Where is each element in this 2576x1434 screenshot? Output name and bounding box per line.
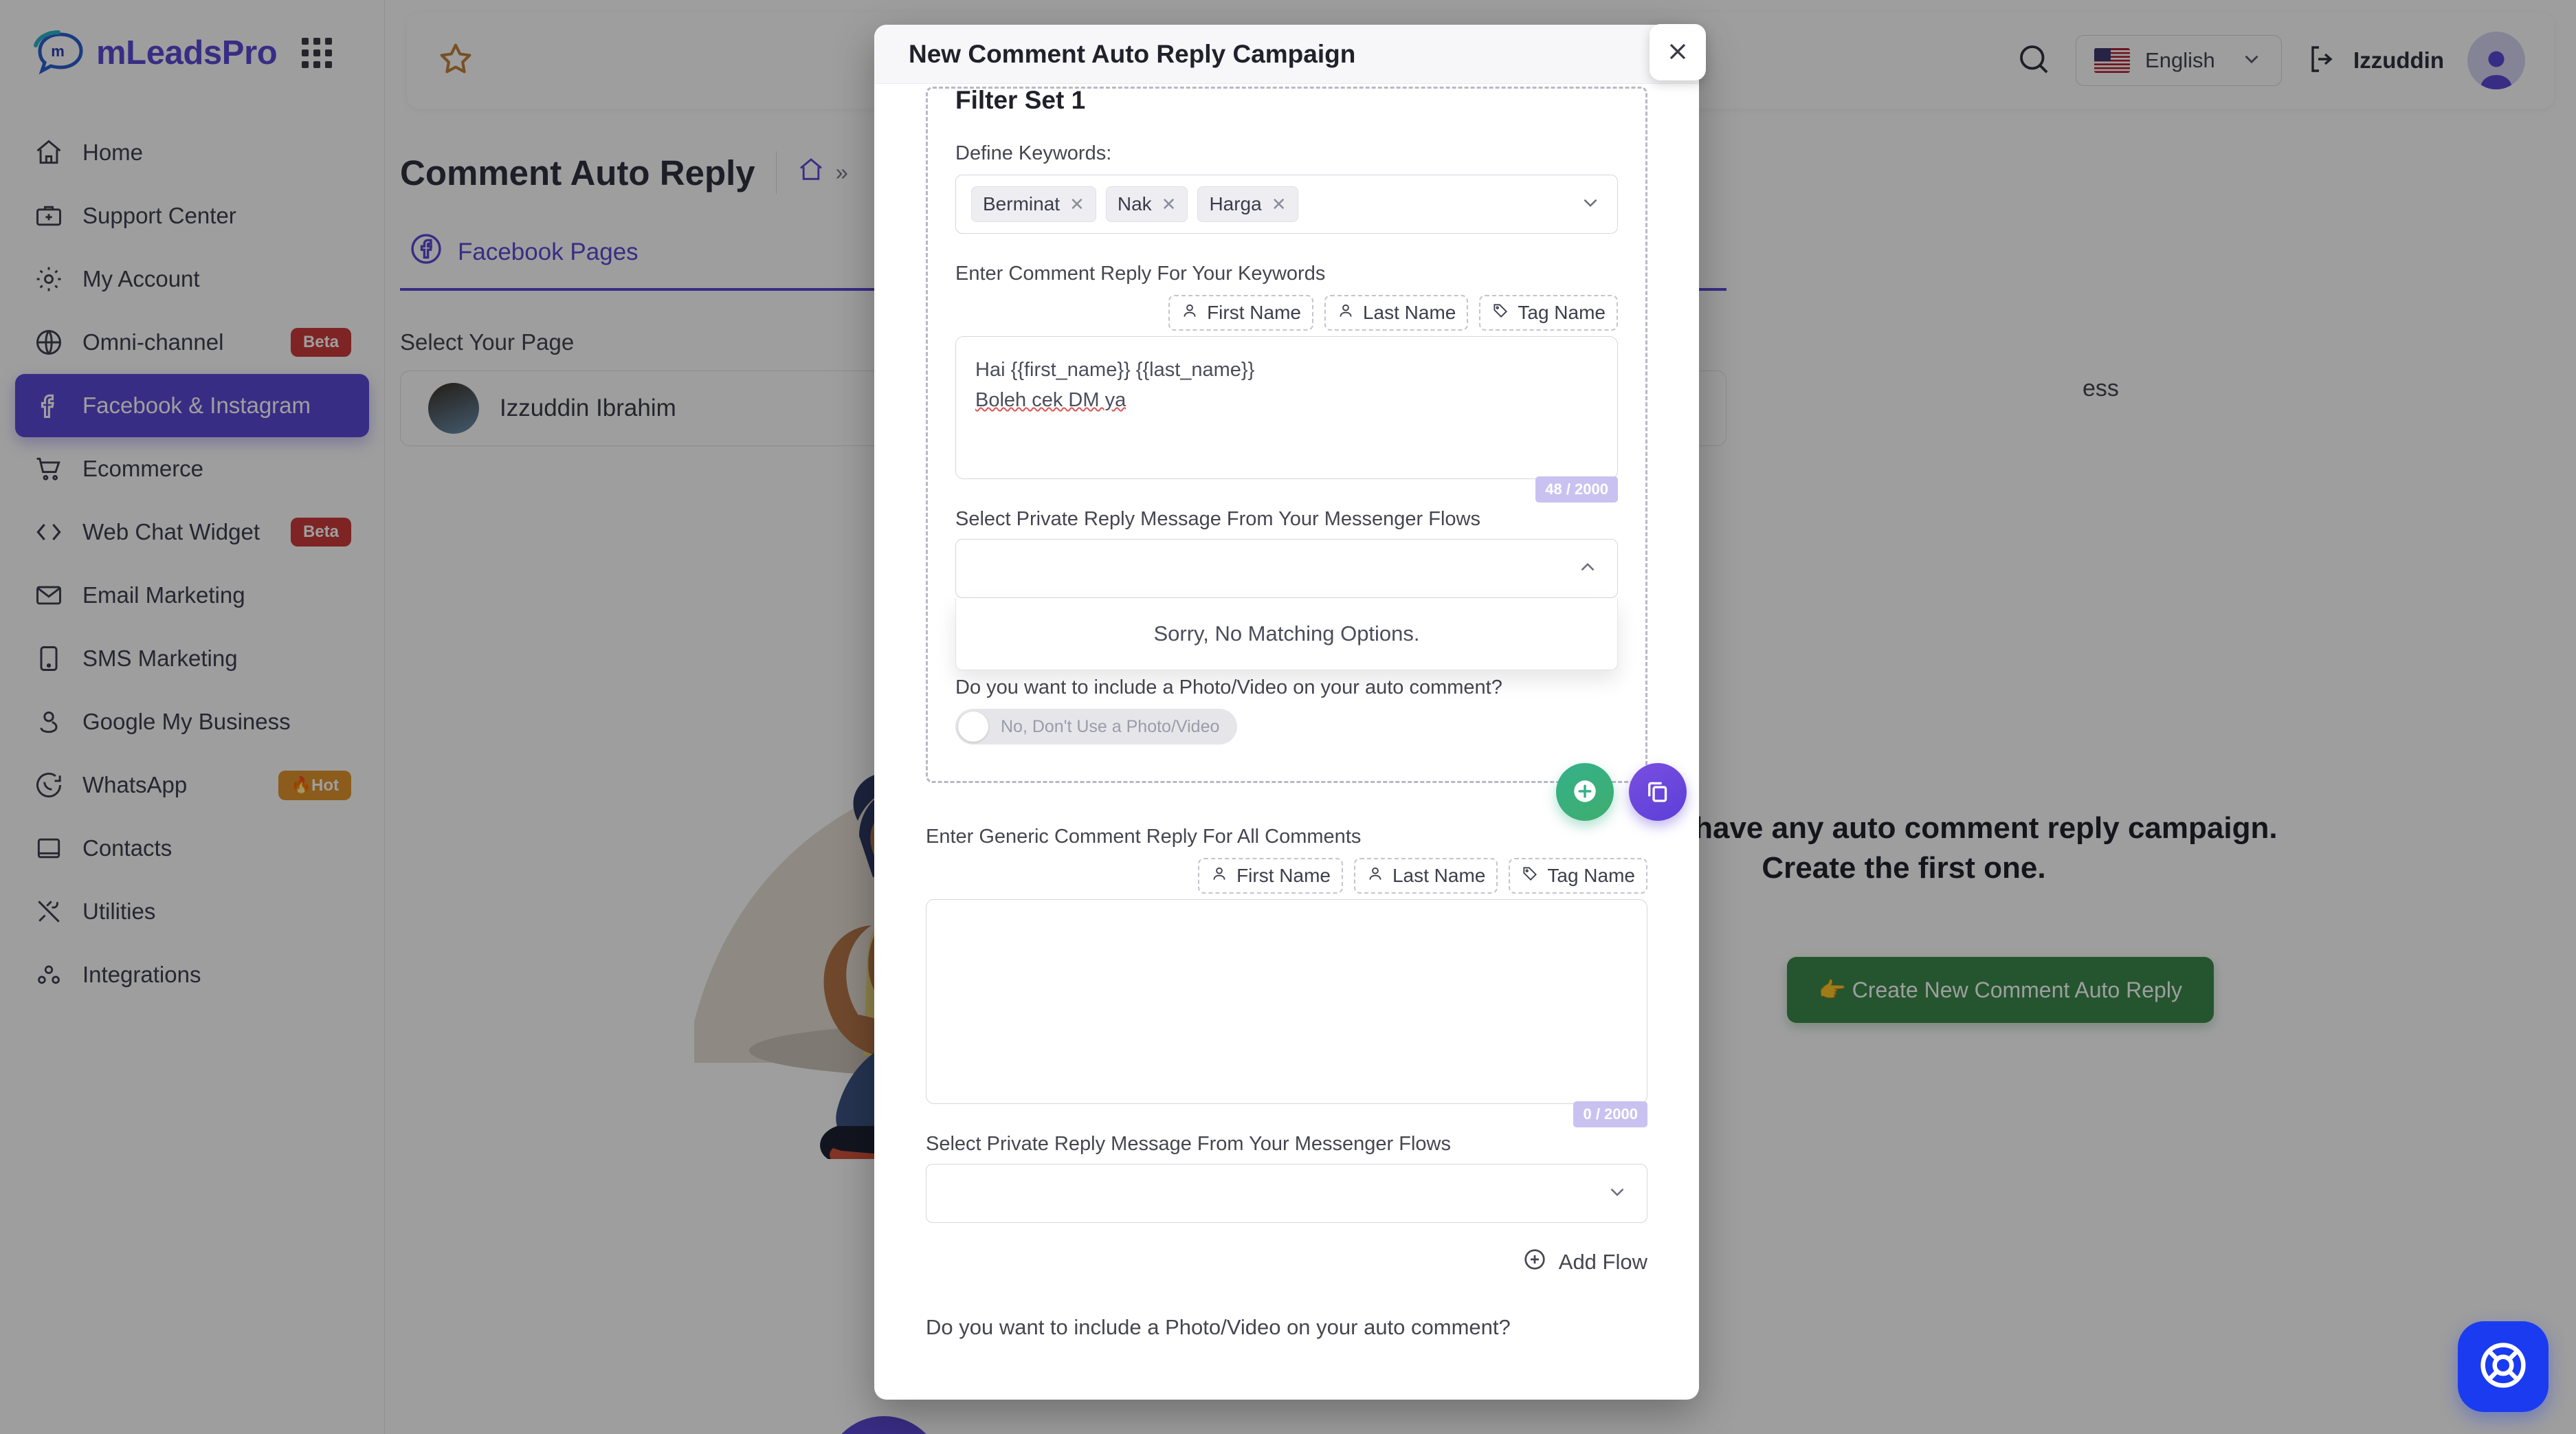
keyword-reply-label: Enter Comment Reply For Your Keywords: [955, 263, 1326, 285]
modal-body: Filter Set 1 Define Keywords: Berminat ✕…: [874, 84, 1699, 1400]
token-label: First Name: [1207, 302, 1301, 323]
chevron-down-icon[interactable]: [1579, 191, 1602, 218]
keyword-label: Berminat: [983, 193, 1061, 214]
add-filter-set-button[interactable]: [1556, 763, 1614, 821]
token-label: Last Name: [1392, 865, 1486, 886]
modal-title: New Comment Auto Reply Campaign: [909, 39, 1356, 68]
filter-set-actions: [1556, 763, 1687, 821]
plus-circle-icon: [1570, 777, 1599, 808]
define-keywords-label: Define Keywords:: [955, 142, 1112, 164]
photo-video-toggle-row: No, Don't Use a Photo/Video: [955, 709, 1618, 745]
add-flow-label: Add Flow: [1558, 1250, 1647, 1274]
chevron-down-icon[interactable]: [1606, 1180, 1629, 1207]
close-modal-button[interactable]: [1650, 24, 1706, 80]
photo-video-toggle[interactable]: No, Don't Use a Photo/Video: [955, 709, 1238, 744]
reply-line-1: Hai {{first_name}} {{last_name}}: [975, 359, 1255, 381]
generic-reply-textarea-wrap: 0 / 2000: [926, 899, 1647, 1127]
user-icon: [1181, 302, 1199, 324]
misspelled-word: Boleh cek DM ya: [975, 389, 1126, 412]
reply-line-2: Boleh cek DM ya: [975, 385, 1598, 415]
copy-icon: [1643, 777, 1672, 808]
generic-reply-label: Enter Generic Comment Reply For All Comm…: [926, 826, 1362, 848]
messenger-flow-dropdown: Sorry, No Matching Options.: [955, 598, 1618, 670]
keyword-chip[interactable]: Berminat ✕: [971, 186, 1096, 222]
remove-keyword-icon[interactable]: ✕: [1272, 194, 1287, 215]
lifebuoy-icon: [2475, 1337, 2531, 1397]
generic-reply-textarea[interactable]: [926, 899, 1647, 1104]
keyword-chip[interactable]: Harga ✕: [1197, 186, 1298, 222]
filter-set-1: Filter Set 1 Define Keywords: Berminat ✕…: [926, 86, 1687, 821]
generic-flow-label: Select Private Reply Message From Your M…: [926, 1133, 1451, 1155]
token-tag-name[interactable]: Tag Name: [1479, 295, 1618, 331]
chevron-up-icon[interactable]: [1576, 555, 1599, 582]
close-icon: [1664, 38, 1691, 67]
token-label: Tag Name: [1547, 865, 1635, 886]
remove-keyword-icon[interactable]: ✕: [1069, 194, 1085, 215]
private-reply-flow-label: Select Private Reply Message From Your M…: [955, 508, 1480, 530]
modal-header: New Comment Auto Reply Campaign: [874, 25, 1699, 84]
duplicate-filter-set-button[interactable]: [1629, 763, 1687, 821]
token-row: First Name Last Name Tag Name: [926, 858, 1647, 894]
token-label: Tag Name: [1518, 302, 1606, 323]
token-first-name[interactable]: First Name: [1168, 295, 1313, 331]
keyword-chip[interactable]: Nak ✕: [1105, 186, 1188, 222]
user-icon: [1337, 302, 1355, 324]
token-row: First Name Last Name Tag Name: [955, 295, 1618, 331]
toggle-label: No, Don't Use a Photo/Video: [1001, 716, 1220, 736]
tag-icon: [1491, 302, 1509, 324]
keyword-reply-textarea[interactable]: Hai {{first_name}} {{last_name}} Boleh c…: [955, 336, 1618, 479]
token-label: First Name: [1236, 865, 1331, 886]
keyword-label: Nak: [1117, 193, 1152, 214]
messenger-flow-select[interactable]: [955, 539, 1618, 598]
character-counter: 48 / 2000: [1535, 476, 1618, 503]
plus-circle-icon: [1522, 1246, 1548, 1278]
keyword-reply-textarea-wrap: Hai {{first_name}} {{last_name}} Boleh c…: [955, 336, 1618, 503]
photo-video-question: Do you want to include a Photo/Video on …: [955, 676, 1502, 698]
token-first-name[interactable]: First Name: [1198, 858, 1343, 894]
support-chat-button[interactable]: [2458, 1321, 2549, 1412]
token-last-name[interactable]: Last Name: [1324, 295, 1469, 331]
filter-set-title: Filter Set 1: [955, 86, 1086, 114]
keywords-input[interactable]: Berminat ✕ Nak ✕ Harga ✕: [955, 175, 1618, 234]
user-icon: [1366, 865, 1384, 887]
token-label: Last Name: [1362, 302, 1456, 323]
generic-reply-block: Enter Generic Comment Reply For All Comm…: [926, 826, 1647, 1340]
character-counter: 0 / 2000: [1573, 1101, 1647, 1127]
no-options-message: Sorry, No Matching Options.: [1153, 621, 1420, 646]
generic-photo-video-question: Do you want to include a Photo/Video on …: [926, 1315, 1511, 1339]
token-last-name[interactable]: Last Name: [1353, 858, 1498, 894]
remove-keyword-icon[interactable]: ✕: [1162, 194, 1177, 215]
tag-icon: [1521, 865, 1539, 887]
new-comment-auto-reply-campaign-modal: New Comment Auto Reply Campaign Filter S…: [874, 25, 1699, 1400]
generic-messenger-flow-select[interactable]: [926, 1164, 1647, 1223]
generic-add-flow-button[interactable]: Add Flow: [1522, 1246, 1647, 1278]
keyword-label: Harga: [1209, 193, 1262, 214]
toggle-knob: [958, 712, 988, 742]
user-icon: [1210, 865, 1228, 887]
token-tag-name[interactable]: Tag Name: [1509, 858, 1647, 894]
